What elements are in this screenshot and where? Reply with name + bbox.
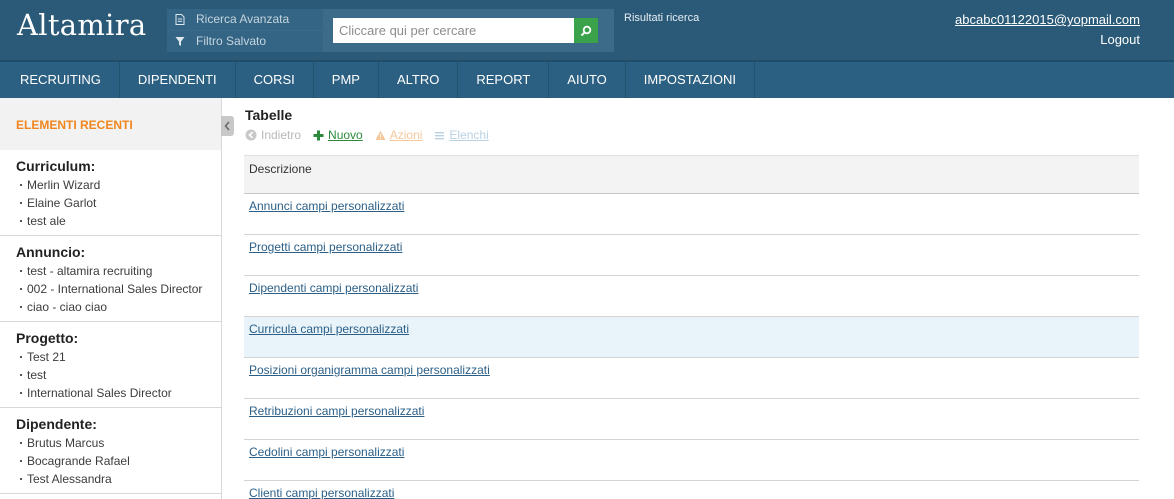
recent-item[interactable]: ciao - ciao ciao [0, 298, 221, 316]
new-label: Nuovo [328, 128, 363, 142]
search-results-link[interactable]: Risultati ricerca [624, 12, 699, 24]
filter-icon [175, 37, 185, 46]
advanced-search-link[interactable]: Ricerca Avanzata [167, 9, 323, 30]
new-button[interactable]: Nuovo [313, 128, 363, 142]
main-nav: RECRUITING DIPENDENTI CORSI PMP ALTRO RE… [0, 62, 1174, 98]
recent-group-progetto: Progetto: Test 21 test International Sal… [0, 322, 221, 408]
table-row-link[interactable]: Clienti campi personalizzati [249, 486, 394, 499]
actions-button[interactable]: Azioni [375, 128, 423, 142]
recent-group-dipendente: Dipendente: Brutus Marcus Bocagrande Raf… [0, 408, 221, 494]
search-input[interactable] [333, 18, 574, 43]
nav-item-impostazioni[interactable]: IMPOSTAZIONI [626, 62, 756, 98]
lists-label: Elenchi [449, 128, 489, 142]
recent-items-sidebar: ELEMENTI RECENTI Curriculum: Merlin Wiza… [0, 98, 222, 499]
table-row-highlighted: Curricula campi personalizzati [244, 317, 1139, 358]
table-row: Progetti campi personalizzati [244, 235, 1139, 276]
toolbar: Indietro Nuovo Azioni Elenchi [245, 127, 501, 143]
list-icon [435, 131, 445, 139]
nav-item-altro[interactable]: ALTRO [379, 62, 459, 98]
group-title: Progetto: [16, 330, 79, 346]
table-row-link[interactable]: Retribuzioni campi personalizzati [249, 404, 424, 418]
back-button[interactable]: Indietro [245, 128, 301, 142]
table-row-link[interactable]: Progetti campi personalizzati [249, 240, 402, 254]
table-row: Clienti campi personalizzati [244, 481, 1139, 499]
table-row: Annunci campi personalizzati [244, 194, 1139, 235]
table-row-link[interactable]: Posizioni organigramma campi personalizz… [249, 363, 490, 377]
nav-item-pmp[interactable]: PMP [314, 62, 379, 98]
nav-item-report[interactable]: REPORT [458, 62, 550, 98]
nav-item-dipendenti[interactable]: DIPENDENTI [120, 62, 236, 98]
table-row-link[interactable]: Cedolini campi personalizzati [249, 445, 404, 459]
nav-item-aiuto[interactable]: AIUTO [549, 62, 626, 98]
recent-items-title: ELEMENTI RECENTI [0, 98, 221, 150]
group-title: Curriculum: [16, 158, 96, 174]
group-title: Dipendente: [16, 416, 97, 432]
chevron-left-icon [224, 121, 230, 131]
actions-label: Azioni [389, 128, 423, 142]
page-title: Tabelle [245, 107, 293, 123]
nav-item-corsi[interactable]: CORSI [236, 62, 314, 98]
table-row: Dipendenti campi personalizzati [244, 276, 1139, 317]
logout-link[interactable]: Logout [1100, 32, 1140, 47]
table-row: Posizioni organigramma campi personalizz… [244, 358, 1139, 399]
recent-item[interactable]: Elaine Garlot [0, 194, 221, 212]
document-icon [175, 14, 185, 25]
collapse-sidebar-button[interactable] [221, 116, 234, 136]
table-row-link[interactable]: Dipendenti campi personalizzati [249, 281, 418, 295]
recent-item[interactable]: test ale [0, 212, 221, 230]
table-row-link[interactable]: Curricula campi personalizzati [249, 322, 409, 336]
warning-icon [375, 130, 386, 140]
saved-filter-label: Filtro Salvato [196, 34, 267, 48]
saved-filter-link[interactable]: Filtro Salvato [167, 31, 323, 52]
recent-item[interactable]: Test 21 [0, 348, 221, 366]
user-email-link[interactable]: abcabc01122015@yopmail.com [955, 12, 1140, 27]
recent-group-curriculum: Curriculum: Merlin Wizard Elaine Garlot … [0, 150, 221, 236]
table-row: Retribuzioni campi personalizzati [244, 399, 1139, 440]
top-header: Altamira Ricerca Avanzata Filtro Salvato… [0, 0, 1174, 62]
search-icon [580, 25, 592, 36]
lists-button[interactable]: Elenchi [434, 128, 489, 142]
search-button[interactable] [574, 18, 598, 43]
recent-item[interactable]: 002 - International Sales Director [0, 280, 221, 298]
advanced-search-label: Ricerca Avanzata [196, 12, 290, 26]
recent-item[interactable]: Brutus Marcus [0, 434, 221, 452]
plus-icon [313, 130, 324, 140]
column-header-descrizione[interactable]: Descrizione [244, 155, 1139, 194]
recent-item[interactable]: Bocagrande Rafael [0, 452, 221, 470]
recent-item[interactable]: Test Alessandra [0, 470, 221, 488]
table-row-link[interactable]: Annunci campi personalizzati [249, 199, 404, 213]
nav-item-recruiting[interactable]: RECRUITING [0, 62, 120, 98]
recent-item[interactable]: test [0, 366, 221, 384]
recent-group-annuncio: Annuncio: test - altamira recruiting 002… [0, 236, 221, 322]
table-row: Cedolini campi personalizzati [244, 440, 1139, 481]
group-title: Annuncio: [16, 244, 86, 260]
app-logo[interactable]: Altamira [17, 8, 147, 42]
back-label: Indietro [261, 128, 302, 142]
search-panel: Ricerca Avanzata Filtro Salvato [167, 9, 614, 52]
recent-item[interactable]: International Sales Director [0, 384, 221, 402]
tables-list: Descrizione Annunci campi personalizzati… [244, 155, 1139, 499]
recent-item[interactable]: test - altamira recruiting [0, 262, 221, 280]
back-arrow-icon [245, 129, 257, 141]
recent-item[interactable]: Merlin Wizard [0, 176, 221, 194]
